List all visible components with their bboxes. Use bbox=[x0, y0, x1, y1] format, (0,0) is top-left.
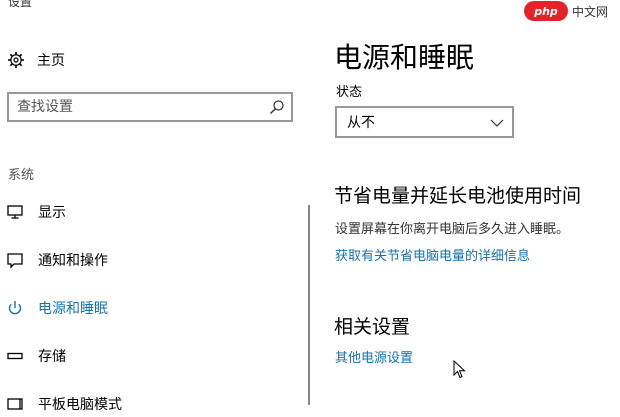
sidebar-item-power-sleep[interactable]: 电源和睡眠 bbox=[6, 296, 108, 320]
sidebar-item-home[interactable]: 主页 bbox=[7, 48, 65, 72]
notification-icon bbox=[6, 251, 24, 269]
related-settings-title: 相关设置 bbox=[334, 316, 411, 338]
sidebar-item-label: 平板电脑模式 bbox=[38, 397, 122, 413]
search-field[interactable] bbox=[7, 92, 293, 122]
watermark-logo: php bbox=[524, 1, 568, 21]
sidebar-item-label: 通知和操作 bbox=[38, 253, 108, 269]
sidebar-item-label: 显示 bbox=[38, 205, 66, 221]
battery-section-title: 节省电量并延长电池使用时间 bbox=[334, 185, 582, 207]
status-dropdown[interactable]: 从不 bbox=[335, 106, 514, 138]
monitor-icon bbox=[6, 203, 24, 221]
app-title: 设置 bbox=[8, 0, 33, 9]
sidebar-item-tablet-mode[interactable]: 平板电脑模式 bbox=[6, 392, 122, 416]
sidebar-section-label: 系统 bbox=[8, 168, 35, 183]
sidebar-item-label: 主页 bbox=[37, 53, 65, 69]
search-icon[interactable] bbox=[269, 99, 285, 115]
sidebar-item-notifications[interactable]: 通知和操作 bbox=[6, 248, 108, 272]
watermark-text: 中文网 bbox=[572, 4, 609, 19]
dropdown-value: 从不 bbox=[347, 115, 375, 131]
sidebar-item-display[interactable]: 显示 bbox=[6, 200, 66, 224]
page-title: 电源和睡眠 bbox=[334, 41, 475, 74]
mouse-cursor-icon bbox=[453, 359, 467, 380]
gear-icon bbox=[7, 51, 25, 69]
search-input[interactable] bbox=[17, 99, 257, 115]
storage-icon bbox=[6, 347, 24, 365]
tablet-mode-icon bbox=[6, 395, 24, 413]
sidebar-scrollbar[interactable] bbox=[308, 205, 310, 405]
battery-section-description: 设置屏幕在你离开电脑后多久进入睡眠。 bbox=[335, 222, 570, 237]
status-label: 状态 bbox=[336, 85, 363, 100]
chevron-down-icon bbox=[490, 115, 504, 129]
sidebar-item-label: 存储 bbox=[38, 349, 66, 365]
sidebar-item-label: 电源和睡眠 bbox=[38, 301, 108, 317]
power-saving-info-link[interactable]: 获取有关节省电脑电量的详细信息 bbox=[335, 245, 530, 264]
power-icon bbox=[6, 299, 24, 317]
additional-power-settings-link[interactable]: 其他电源设置 bbox=[335, 347, 413, 366]
sidebar-item-storage[interactable]: 存储 bbox=[6, 344, 66, 368]
watermark: php 中文网 bbox=[524, 0, 608, 22]
